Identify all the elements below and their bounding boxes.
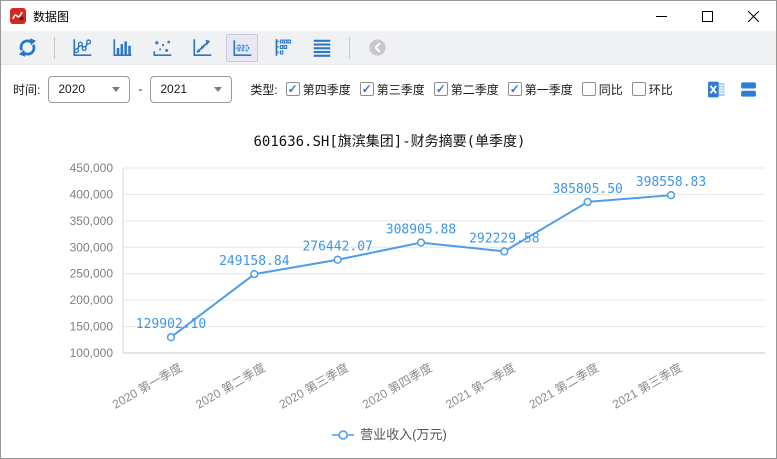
data-point (500, 247, 509, 256)
app-icon (10, 8, 26, 24)
svg-text:350,000: 350,000 (70, 214, 114, 228)
checkbox-q4[interactable]: ✓ 第四季度 (285, 81, 351, 98)
unchecked-checkbox-icon (581, 82, 596, 96)
type-checkbox-group: ✓ 第四季度 ✓ 第三季度 ✓ 第二季度 ✓ 第一季度 同比 环比 (285, 81, 682, 98)
checkbox-label: 同比 (598, 82, 623, 97)
toolbar-separator (54, 36, 55, 59)
export-group (707, 80, 758, 99)
close-button[interactable] (730, 1, 776, 31)
data-point (583, 197, 592, 207)
title-bar: 数据图 (1, 1, 776, 31)
grid-lines-button[interactable] (306, 34, 338, 62)
window-controls (638, 1, 776, 31)
checked-checkbox-icon: ✓ (285, 82, 300, 96)
svg-text:营业收入(万元): 营业收入(万元) (360, 427, 447, 442)
data-point (166, 333, 176, 342)
range-separator: - (138, 82, 143, 96)
refresh-icon (18, 38, 36, 57)
svg-text:308905.88: 308905.88 (386, 223, 456, 238)
time-to-select[interactable]: 2021 (150, 75, 233, 103)
svg-text:2021 第一季度: 2021 第一季度 (443, 360, 518, 412)
data-point (416, 238, 426, 247)
checked-checkbox-icon: ✓ (359, 82, 374, 96)
data-label-chart-button[interactable] (226, 33, 258, 62)
value-axis-button[interactable] (266, 34, 298, 62)
checkbox-label: 第三季度 (376, 82, 425, 97)
checkbox-label: 第一季度 (524, 82, 573, 97)
bar-chart-button[interactable] (106, 34, 138, 62)
data-point (666, 191, 676, 200)
refresh-button[interactable] (11, 34, 43, 62)
checkbox-label: 第四季度 (302, 82, 351, 97)
unchecked-checkbox-icon (631, 82, 646, 96)
legend-item-revenue[interactable]: 营业收入(万元) (332, 427, 447, 442)
checked-checkbox-icon: ✓ (433, 82, 448, 96)
svg-text:300,000: 300,000 (70, 240, 114, 254)
checkbox-q2[interactable]: ✓ 第二季度 (433, 81, 499, 98)
svg-text:150,000: 150,000 (70, 320, 114, 334)
checkbox-label: 环比 (648, 82, 673, 97)
chart-area: 601636.SH[旗滨集团]-财务摘要(单季度) 100,000 150,000… (1, 113, 776, 458)
chart-toolbar (1, 31, 776, 65)
trend-chart-icon (193, 38, 212, 56)
checkbox-q1[interactable]: ✓ 第一季度 (507, 81, 573, 98)
checked-checkbox-icon: ✓ (507, 82, 522, 96)
svg-text:2021 第二季度: 2021 第二季度 (526, 360, 601, 412)
data-point (333, 255, 342, 264)
revenue-line-chart: 100,000 150,000 200,000 250,000 300,000 350,0… (70, 161, 765, 442)
svg-text:2020 第三季度: 2020 第三季度 (276, 360, 351, 412)
excel-export-icon[interactable] (707, 80, 726, 99)
svg-text:129902.10: 129902.10 (136, 317, 206, 332)
svg-text:385805.50: 385805.50 (552, 182, 622, 197)
chevron-down-icon (214, 86, 223, 92)
checkbox-yoy[interactable]: 同比 (581, 81, 623, 98)
checkbox-q3[interactable]: ✓ 第三季度 (359, 81, 425, 98)
legend-marker-icon (338, 430, 348, 440)
window-title: 数据图 (33, 9, 70, 24)
line-chart-icon (73, 38, 92, 56)
bar-chart-icon (113, 38, 132, 56)
svg-text:398558.83: 398558.83 (636, 175, 706, 190)
svg-text:200,000: 200,000 (70, 293, 114, 307)
data-point (250, 270, 259, 279)
checkbox-label: 第二季度 (450, 82, 499, 97)
grid-lines-icon (313, 39, 331, 57)
chevron-down-icon (112, 86, 121, 92)
type-label: 类型: (250, 82, 278, 97)
data-label-chart-icon (233, 39, 252, 56)
filter-bar: 时间: 2020 - 2021 类型: ✓ 第四季度 ✓ 第三季度 ✓ 第二季度 ✓ 第一季度… (1, 65, 776, 113)
time-from-select[interactable]: 2020 (48, 75, 131, 103)
svg-text:450,000: 450,000 (70, 161, 114, 175)
back-button[interactable] (361, 34, 393, 62)
maximize-button[interactable] (684, 1, 730, 31)
checkbox-mom[interactable]: 环比 (631, 81, 673, 98)
svg-text:2021 第三季度: 2021 第三季度 (609, 360, 684, 412)
svg-text:250,000: 250,000 (70, 267, 114, 281)
minimize-button[interactable] (638, 1, 684, 31)
line-chart-button[interactable] (66, 34, 98, 62)
svg-text:100,000: 100,000 (70, 346, 114, 360)
toolbar-separator (349, 36, 350, 59)
svg-text:292229.58: 292229.58 (469, 231, 539, 246)
svg-text:2020 第二季度: 2020 第二季度 (193, 360, 268, 412)
save-icon[interactable] (739, 80, 758, 99)
x-axis-labels: 2020 第一季度 2020 第二季度 2020 第三季度 2020 第四季度 2021… (109, 360, 684, 412)
back-icon (368, 39, 386, 56)
value-axis-icon (275, 38, 292, 56)
time-from-value: 2020 (58, 82, 86, 96)
svg-text:249158.84: 249158.84 (219, 254, 290, 269)
svg-text:2020 第一季度: 2020 第一季度 (109, 360, 184, 412)
svg-text:2020 第四季度: 2020 第四季度 (359, 360, 434, 412)
trend-chart-button[interactable] (186, 34, 218, 62)
scatter-chart-icon (153, 40, 172, 56)
data-chart-window: 数据图 时间: 2020 - 2021 类型: ✓ 第四季度 ✓ 第三季度 ✓ … (0, 0, 777, 459)
svg-text:400,000: 400,000 (70, 187, 114, 201)
time-to-value: 2021 (160, 82, 188, 96)
scatter-chart-button[interactable] (146, 34, 178, 62)
svg-text:276442.07: 276442.07 (302, 240, 372, 255)
time-label: 时间: (13, 82, 41, 97)
